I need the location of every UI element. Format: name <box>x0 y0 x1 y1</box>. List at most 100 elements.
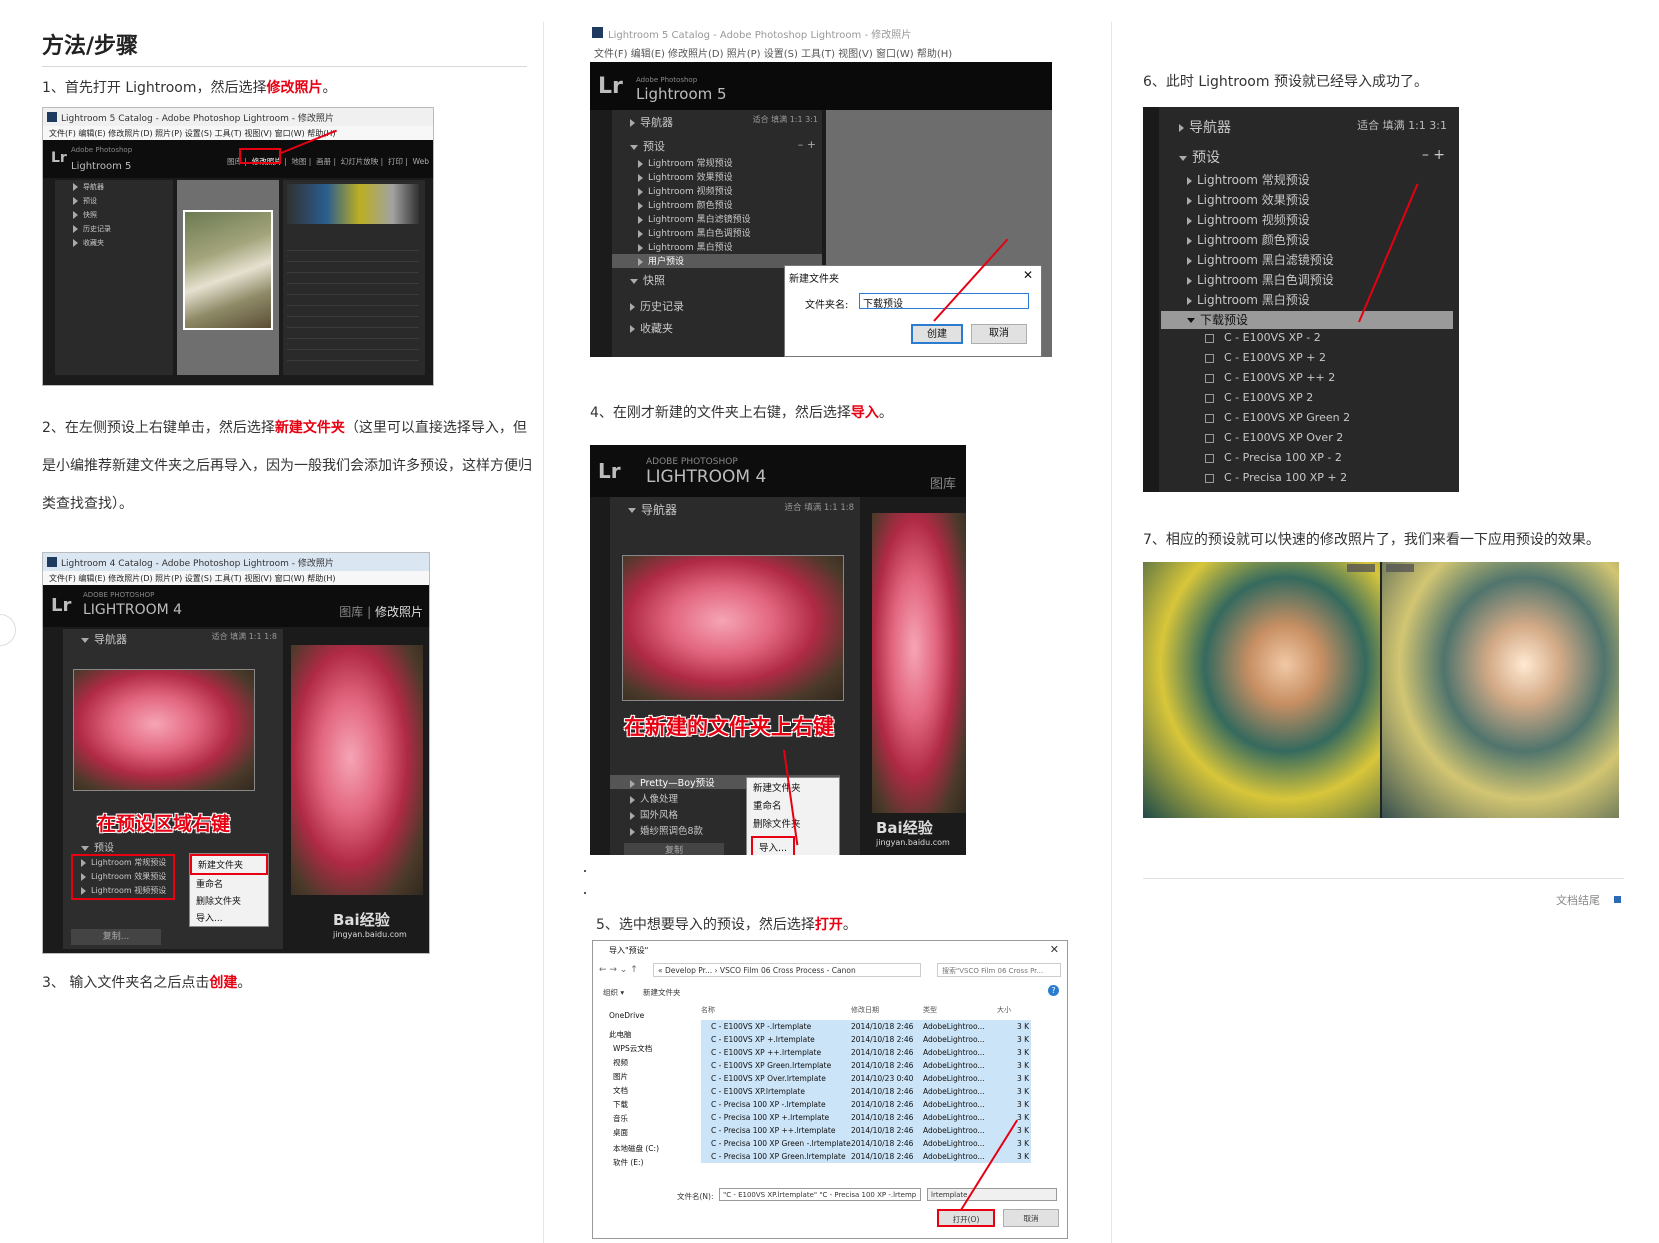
search-input[interactable]: 搜索"VSCO Film 06 Cross Pr... <box>937 963 1061 977</box>
module-print[interactable]: 打印 <box>388 157 403 166</box>
sidebar-this-pc[interactable]: 此电脑 <box>609 1029 632 1040</box>
navigator-header[interactable]: 导航器 适合 填满 1:1 3:1 <box>612 114 822 129</box>
table-row[interactable]: C - Precisa 100 XP Green -.lrtemplate 201… <box>701 1137 1031 1150</box>
nav-zoom-options[interactable]: 适合 填满 1:1 3:1 <box>1357 117 1447 133</box>
preset-item[interactable]: C - E100VS XP + 2 <box>1161 351 1326 369</box>
sidebar-music[interactable]: 音乐 <box>613 1113 628 1124</box>
table-row[interactable]: C - Precisa 100 XP Green.lrtemplate 2014/… <box>701 1150 1031 1163</box>
preset-bw-toned[interactable]: Lightroom 黑白色调预设 <box>612 226 751 240</box>
preset-general[interactable]: Lightroom 常规预设 <box>1161 171 1310 189</box>
col-type[interactable]: 类型 <box>923 1005 937 1015</box>
preset-video[interactable]: Lightroom 视频预设 <box>63 885 166 899</box>
nav-zoom-options[interactable]: 适合 填满 1:1 1:8 <box>212 631 277 642</box>
preset-bw-toned[interactable]: Lightroom 黑白色调预设 <box>1161 271 1334 289</box>
preset-folder-downloaded[interactable]: 下载预设 <box>1161 311 1453 329</box>
presets-add-remove[interactable]: – + <box>1422 147 1445 163</box>
navigator-header[interactable]: 导航器 适合 填满 1:1 1:8 <box>610 501 860 517</box>
preset-item[interactable]: C - E100VS XP Green 2 <box>1161 411 1350 429</box>
preset-color[interactable]: Lightroom 颜色预设 <box>1161 231 1310 249</box>
panel-collections[interactable]: 收藏夹 <box>55 238 104 252</box>
presets-header[interactable]: 预设 – + <box>1161 147 1453 167</box>
module-slideshow[interactable]: 幻灯片放映 <box>341 157 379 166</box>
nav-zoom-options[interactable]: 适合 填满 1:1 1:8 <box>785 501 854 513</box>
preset-item[interactable]: C - E100VS XP ++ 2 <box>1161 371 1335 389</box>
preset-bw[interactable]: Lightroom 黑白预设 <box>1161 291 1310 309</box>
new-folder-button[interactable]: 新建文件夹 <box>643 987 681 998</box>
menu-import[interactable]: 导入... <box>751 836 796 855</box>
presets-header[interactable]: 预设 <box>63 839 114 854</box>
col-name[interactable]: 名称 <box>701 1005 715 1015</box>
module-web[interactable]: Web <box>413 157 429 166</box>
table-row[interactable]: C - E100VS XP ++.lrtemplate 2014/10/18 2:… <box>701 1046 1031 1059</box>
menu-rename[interactable]: 重命名 <box>190 875 268 892</box>
module-library[interactable]: 图库 <box>930 473 956 492</box>
preset-item[interactable]: C - E100VS XP - 2 <box>1161 331 1321 349</box>
sidebar-disk-c[interactable]: 本地磁盘 (C:) <box>613 1143 659 1154</box>
presets-add-remove[interactable]: – + <box>798 138 816 151</box>
module-book[interactable]: 画册 <box>316 157 331 166</box>
sidebar-desktop[interactable]: 桌面 <box>613 1127 628 1138</box>
module-develop[interactable]: 修改照片 <box>375 605 423 619</box>
preset-bw-filter[interactable]: Lightroom 黑白滤镜预设 <box>1161 251 1334 269</box>
module-library[interactable]: 图库 <box>339 605 363 619</box>
table-row[interactable]: C - E100VS XP -.lrtemplate 2014/10/18 2:4… <box>701 1020 1031 1033</box>
menu-delete-folder[interactable]: 删除文件夹 <box>190 892 268 909</box>
presets-header[interactable]: 预设 – + <box>612 138 822 153</box>
cancel-button[interactable]: 取消 <box>971 324 1027 344</box>
preset-item[interactable]: C - E100VS XP 2 <box>1161 391 1313 409</box>
preset-general[interactable]: Lightroom 常规预设 <box>612 156 733 170</box>
preset-bw[interactable]: Lightroom 黑白预设 <box>612 240 733 254</box>
preset-color[interactable]: Lightroom 颜色预设 <box>612 198 733 212</box>
preset-bw-filter[interactable]: Lightroom 黑白滤镜预设 <box>612 212 751 226</box>
table-row[interactable]: C - Precisa 100 XP +.lrtemplate 2014/10/1… <box>701 1111 1031 1124</box>
copy-button[interactable]: 复制 <box>624 843 724 855</box>
close-icon[interactable]: ✕ <box>1050 943 1059 956</box>
preset-portrait[interactable]: 人像处理 <box>610 791 678 805</box>
preset-video[interactable]: Lightroom 视频预设 <box>1161 211 1310 229</box>
path-bar[interactable]: « Develop Pr... › VSCO Film 06 Cross Pro… <box>653 963 921 977</box>
table-row[interactable]: C - E100VS XP.lrtemplate 2014/10/18 2:46 A… <box>701 1085 1031 1098</box>
preset-item[interactable]: C - Precisa 100 XP - 2 <box>1161 451 1342 469</box>
table-row[interactable]: C - E100VS XP +.lrtemplate 2014/10/18 2:4… <box>701 1033 1031 1046</box>
nav-arrows[interactable]: ← → ⌄ ↑ <box>599 965 638 975</box>
sidebar-downloads[interactable]: 下载 <box>613 1099 628 1110</box>
side-circle-button[interactable] <box>0 614 16 646</box>
cancel-button[interactable]: 取消 <box>1003 1209 1059 1227</box>
panel-navigator[interactable]: 导航器 <box>55 182 104 196</box>
table-row[interactable]: C - E100VS XP Green.lrtemplate 2014/10/18… <box>701 1059 1031 1072</box>
menu-import[interactable]: 导入... <box>190 909 268 926</box>
preset-effects[interactable]: Lightroom 效果预设 <box>612 170 733 184</box>
sidebar-onedrive[interactable]: OneDrive <box>609 1011 644 1020</box>
open-button[interactable]: 打开(O) <box>937 1209 995 1227</box>
filename-input[interactable]: "C - E100VS XP.lrtemplate" "C - Precisa … <box>719 1188 921 1201</box>
preset-foreign[interactable]: 国外风格 <box>610 807 678 821</box>
create-button[interactable]: 创建 <box>911 324 963 344</box>
close-icon[interactable]: ✕ <box>1023 268 1033 282</box>
panel-history[interactable]: 历史记录 <box>55 224 111 238</box>
organize-button[interactable]: 组织 ▾ <box>603 987 624 998</box>
panel-history[interactable]: 历史记录 <box>612 298 684 313</box>
table-row[interactable]: C - Precisa 100 XP ++.lrtemplate 2014/10/… <box>701 1124 1031 1137</box>
preset-item[interactable]: C - E100VS XP Over 2 <box>1161 431 1343 449</box>
sidebar-wps[interactable]: WPS云文档 <box>613 1043 652 1054</box>
preset-video[interactable]: Lightroom 视频预设 <box>612 184 733 198</box>
sidebar-disk-e[interactable]: 软件 (E:) <box>613 1157 644 1168</box>
module-map[interactable]: 地图 <box>291 157 306 166</box>
preset-general[interactable]: Lightroom 常规预设 <box>63 857 166 871</box>
sidebar-videos[interactable]: 视频 <box>613 1057 628 1068</box>
col-date[interactable]: 修改日期 <box>851 1005 879 1015</box>
menu-new-folder[interactable]: 新建文件夹 <box>747 778 839 796</box>
navigator-header[interactable]: 导航器 适合 填满 1:1 3:1 <box>1161 117 1453 137</box>
col-size[interactable]: 大小 <box>997 1005 1011 1015</box>
panel-snapshots[interactable]: 快照 <box>55 210 97 224</box>
sidebar-pictures[interactable]: 图片 <box>613 1071 628 1082</box>
table-row[interactable]: C - Precisa 100 XP -.lrtemplate 2014/10/1… <box>701 1098 1031 1111</box>
copy-button[interactable]: 复制... <box>71 929 161 945</box>
menu-new-folder[interactable]: 新建文件夹 <box>190 854 268 875</box>
help-icon[interactable]: ? <box>1048 985 1059 996</box>
table-row[interactable]: C - E100VS XP Over.lrtemplate 2014/10/23 … <box>701 1072 1031 1085</box>
filetype-select[interactable]: lrtemplate <box>927 1188 1057 1201</box>
panel-collections[interactable]: 收藏夹 <box>612 320 673 335</box>
preset-wedding[interactable]: 婚纱照调色8款 <box>610 823 703 837</box>
nav-zoom-options[interactable]: 适合 填满 1:1 3:1 <box>753 114 818 125</box>
